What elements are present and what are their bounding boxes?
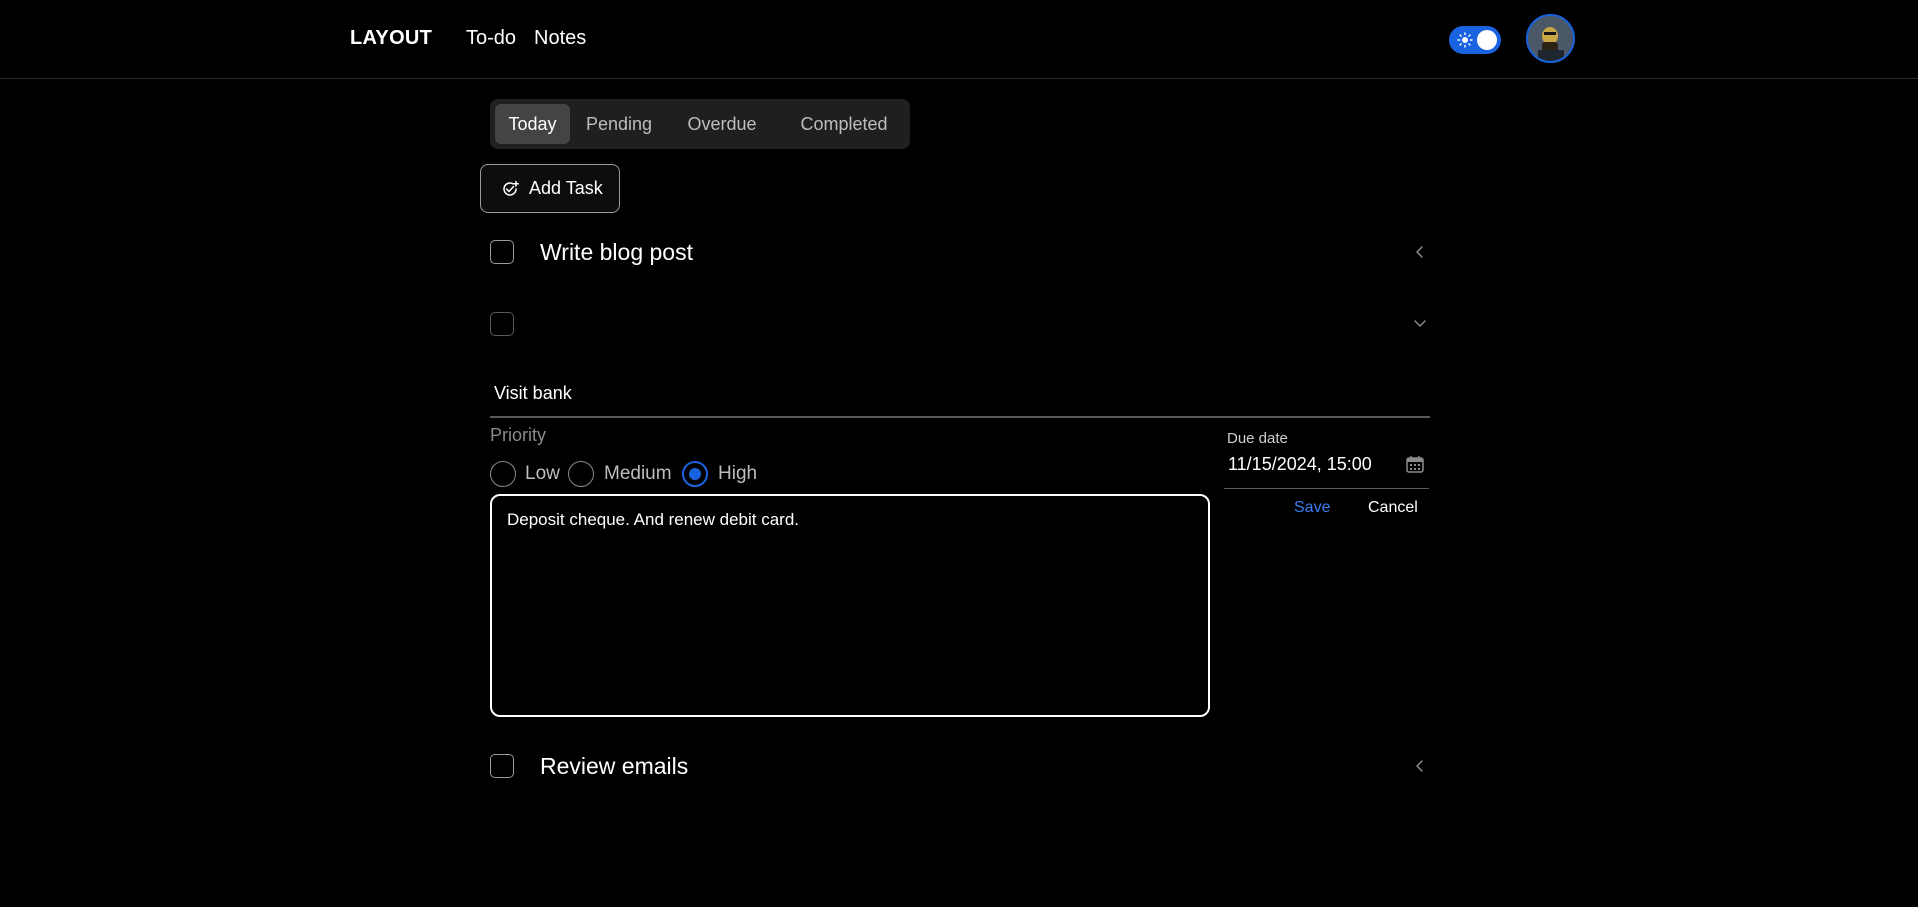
task-checkbox[interactable] [490,754,514,778]
task-checkbox[interactable] [490,240,514,264]
chevron-down-icon[interactable] [1412,315,1428,331]
add-task-icon [503,180,519,196]
priority-radio-high[interactable] [682,461,708,487]
tab-completed[interactable]: Completed [784,104,904,144]
add-task-button[interactable]: Add Task [480,164,620,213]
priority-label-high[interactable]: High [718,463,757,485]
save-button[interactable]: Save [1294,499,1330,517]
toggle-knob [1477,30,1497,50]
tab-pending[interactable]: Pending [578,104,660,144]
nav-link-notes[interactable]: Notes [534,27,586,50]
filter-tabs: Today Pending Overdue Completed [490,99,910,149]
task-title: Review emails [540,753,689,779]
priority-label-low[interactable]: Low [525,463,560,485]
task-description-input[interactable]: Deposit cheque. And renew debit card. [490,494,1210,717]
task-title-input[interactable] [490,370,1430,418]
calendar-icon[interactable] [1405,454,1425,474]
task-title: Write blog post [540,239,693,265]
priority-label: Priority [490,425,547,445]
priority-radio-medium[interactable] [568,461,594,487]
theme-toggle[interactable] [1449,26,1501,54]
due-date-value: 11/15/2024, 15:00 [1228,454,1372,474]
sun-icon [1457,32,1473,48]
nav-link-todo[interactable]: To-do [466,27,516,50]
app-logo[interactable]: LAYOUT [350,27,432,50]
tab-today[interactable]: Today [495,104,570,144]
add-task-label: Add Task [529,178,603,198]
top-nav-bar: LAYOUT To-do Notes [0,0,1918,79]
user-avatar[interactable] [1526,14,1575,63]
due-date-input[interactable]: 11/15/2024, 15:00 [1224,444,1429,489]
task-checkbox[interactable] [490,312,514,336]
avatar-image [1528,16,1573,61]
tab-overdue[interactable]: Overdue [676,104,768,144]
radio-dot [689,468,701,480]
priority-label-medium[interactable]: Medium [604,463,672,485]
chevron-left-icon[interactable] [1412,758,1428,774]
priority-radio-low[interactable] [490,461,516,487]
chevron-left-icon[interactable] [1412,244,1428,260]
cancel-button[interactable]: Cancel [1368,499,1418,517]
